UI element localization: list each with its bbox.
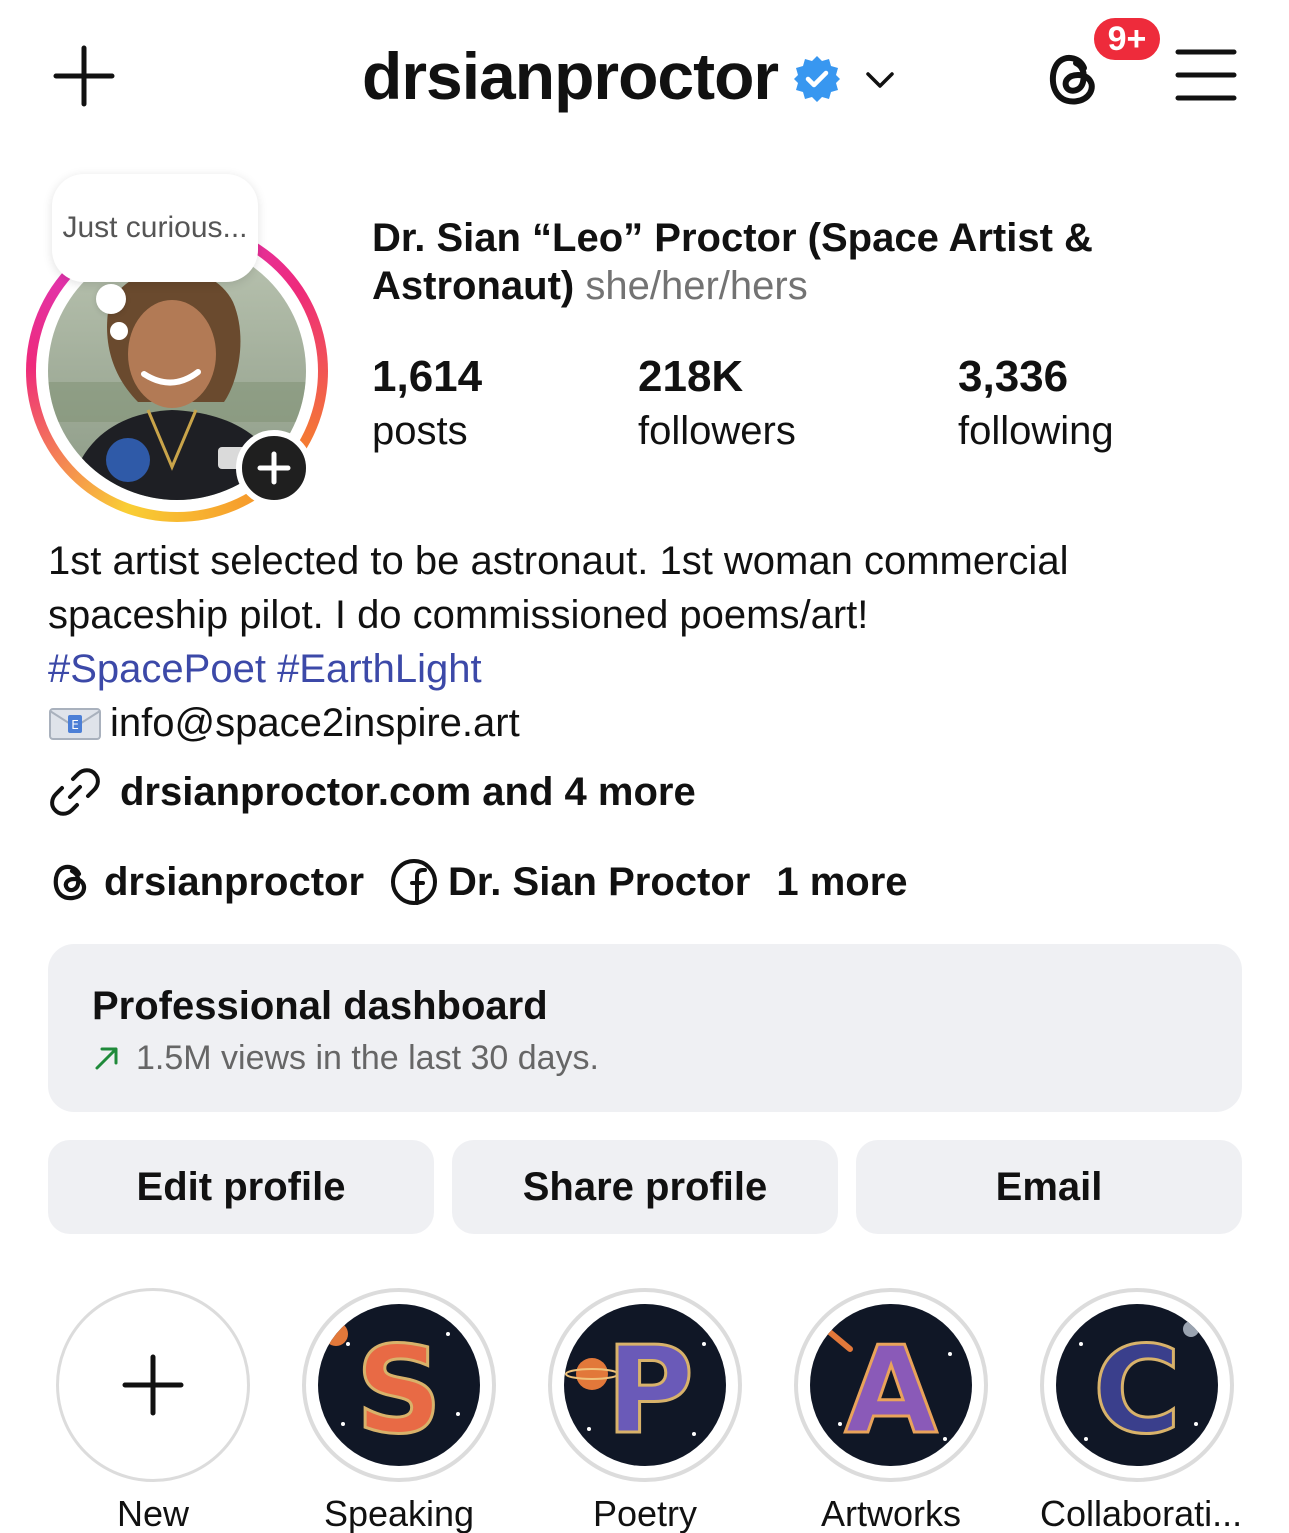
highlight-poetry[interactable]: P Poetry bbox=[548, 1288, 742, 1533]
pronouns: she/her/hers bbox=[585, 264, 808, 308]
bio-line: spaceship pilot. I do commissioned poems… bbox=[48, 593, 869, 637]
social-links: drsianproctor Dr. Sian Proctor 1 more bbox=[48, 852, 908, 912]
link-text: drsianproctor.com and 4 more bbox=[120, 770, 696, 814]
chevron-down-icon bbox=[866, 72, 894, 88]
dashboard-title: Professional dashboard bbox=[92, 984, 548, 1028]
svg-text:S: S bbox=[356, 1322, 442, 1461]
top-bar: drsianproctor 9+ bbox=[0, 0, 1289, 150]
highlight-new[interactable]: New bbox=[56, 1288, 250, 1533]
dashboard-subtitle: 1.5M views in the last 30 days. bbox=[92, 1036, 1198, 1080]
profile-note[interactable]: Just curious... bbox=[52, 174, 258, 282]
account-switcher[interactable]: drsianproctor bbox=[362, 36, 898, 116]
plus-icon bbox=[257, 451, 291, 485]
link-icon bbox=[50, 768, 100, 816]
highlight-cover: S bbox=[318, 1304, 480, 1466]
highlight-collaborations[interactable]: C Collaborati... bbox=[1040, 1288, 1242, 1533]
more-social-links[interactable]: 1 more bbox=[776, 852, 907, 912]
trending-up-arrow-icon bbox=[95, 1047, 118, 1070]
svg-text:E: E bbox=[71, 718, 79, 732]
profile-actions: Edit profile Share profile Email bbox=[48, 1140, 1242, 1234]
svg-text:C: C bbox=[1093, 1322, 1181, 1461]
username-title: drsianproctor bbox=[362, 39, 779, 113]
stat-posts[interactable]: 1,614 posts bbox=[372, 350, 482, 458]
external-links[interactable]: drsianproctor.com and 4 more bbox=[48, 762, 696, 822]
svg-text:P: P bbox=[606, 1322, 694, 1461]
envelope-emoji-icon: E bbox=[49, 708, 101, 740]
stat-followers[interactable]: 218K followers bbox=[638, 350, 796, 458]
edit-profile-button[interactable]: Edit profile bbox=[48, 1140, 434, 1234]
verified-badge-icon bbox=[794, 56, 841, 102]
professional-dashboard[interactable]: Professional dashboard 1.5M views in the… bbox=[48, 944, 1242, 1112]
threads-icon bbox=[53, 864, 87, 901]
highlight-cover: C bbox=[1056, 1304, 1218, 1466]
svg-text:A: A bbox=[845, 1322, 938, 1461]
bio-line: 1st artist selected to be astronaut. 1st… bbox=[48, 539, 1069, 583]
share-profile-button[interactable]: Share profile bbox=[452, 1140, 838, 1234]
highlight-speaking[interactable]: S Speaking bbox=[302, 1288, 496, 1533]
stat-following[interactable]: 3,336 following bbox=[958, 350, 1114, 458]
facebook-icon bbox=[391, 859, 438, 905]
bio-email: E info@space2inspire.art bbox=[48, 696, 1248, 750]
display-name: Dr. Sian “Leo” Proctor (Space Artist & A… bbox=[372, 216, 1093, 308]
notification-badge[interactable]: 9+ bbox=[1090, 14, 1164, 64]
bio-hashtags[interactable]: #SpacePoet #EarthLight bbox=[48, 642, 1248, 696]
highlight-artworks[interactable]: A Artworks bbox=[794, 1288, 988, 1533]
plus-icon bbox=[122, 1354, 184, 1416]
menu-hamburger-icon[interactable] bbox=[1174, 46, 1238, 104]
threads-link[interactable]: drsianproctor bbox=[48, 852, 364, 912]
bio: 1st artist selected to be astronaut. 1st… bbox=[48, 534, 1248, 750]
story-highlights: New S Speaking P Poetry A Artworks C Col… bbox=[0, 1288, 1289, 1533]
create-plus-icon[interactable] bbox=[52, 44, 116, 108]
email-button[interactable]: Email bbox=[856, 1140, 1242, 1234]
highlight-cover: P bbox=[564, 1304, 726, 1466]
facebook-link[interactable]: Dr. Sian Proctor bbox=[390, 852, 750, 912]
add-story-button[interactable] bbox=[236, 430, 312, 506]
highlight-cover: A bbox=[810, 1304, 972, 1466]
